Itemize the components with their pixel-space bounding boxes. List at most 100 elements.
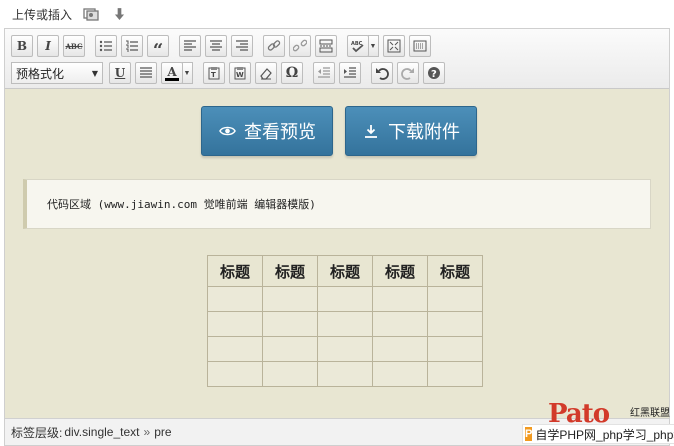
align-right-button[interactable] — [231, 35, 253, 57]
paste-word-button[interactable]: W — [229, 62, 251, 84]
toolbar-row-1: B I ABC “ ABC ▼ — [11, 34, 435, 61]
align-left-button[interactable] — [179, 35, 201, 57]
editor-toolbar: B I ABC “ ABC ▼ 预格式化 ▼ U A ▼ T W Ω ? — [5, 29, 669, 89]
spellcheck-icon: ABC — [351, 41, 364, 53]
table-cell[interactable] — [427, 286, 483, 312]
insert-link-button[interactable] — [263, 35, 285, 57]
more-tag-button[interactable] — [315, 35, 337, 57]
watermark-site: 红黑联盟 — [630, 408, 670, 419]
table-cell[interactable] — [317, 311, 373, 337]
table-row — [207, 286, 483, 312]
preview-button[interactable]: 查看预览 — [201, 106, 333, 156]
watermark-link-text: 自学PHP网_php学习_php教 — [535, 427, 674, 442]
unlink-icon — [293, 39, 307, 52]
bullet-list-button[interactable] — [95, 35, 117, 57]
table-cell[interactable] — [427, 361, 483, 387]
help-button[interactable]: ? — [423, 62, 445, 84]
outdent-icon — [318, 67, 330, 78]
download-arrow-icon[interactable] — [110, 6, 128, 22]
table-cell[interactable] — [372, 286, 428, 312]
table-cell[interactable] — [317, 286, 373, 312]
table-header-row: 标题 标题 标题 标题 标题 — [207, 255, 483, 287]
table-cell[interactable] — [317, 361, 373, 387]
align-right-icon — [236, 40, 248, 51]
status-path-pre[interactable]: pre — [154, 425, 171, 439]
php-logo-icon: P — [525, 427, 533, 441]
fullscreen-icon — [387, 39, 401, 53]
italic-button[interactable]: I — [37, 35, 59, 57]
text-color-button[interactable]: A — [161, 62, 183, 84]
table-cell[interactable] — [262, 311, 318, 337]
text-color-label: A — [167, 64, 177, 79]
align-center-button[interactable] — [205, 35, 227, 57]
spellcheck-button[interactable]: ABC — [347, 35, 369, 57]
download-icon — [362, 122, 380, 140]
align-left-icon — [184, 40, 196, 51]
table-cell[interactable] — [427, 311, 483, 337]
media-icon[interactable] — [82, 6, 100, 22]
undo-button[interactable] — [371, 62, 393, 84]
table-header-cell[interactable]: 标题 — [427, 255, 483, 287]
watermark: Pato 红黑联盟 P 自学PHP网_php学习_php教 — [522, 401, 674, 446]
table-cell[interactable] — [262, 286, 318, 312]
table-header-cell[interactable]: 标题 — [372, 255, 428, 287]
watermark-link[interactable]: P 自学PHP网_php学习_php教 — [522, 424, 674, 444]
format-select[interactable]: 预格式化 ▼ — [11, 62, 103, 84]
link-icon — [267, 40, 281, 51]
justify-button[interactable] — [135, 62, 157, 84]
text-color-dropdown[interactable]: ▼ — [182, 62, 193, 84]
content-table[interactable]: 标题 标题 标题 标题 标题 — [207, 255, 483, 387]
outdent-button[interactable] — [313, 62, 335, 84]
kitchen-sink-button[interactable] — [409, 35, 431, 57]
strikethrough-button[interactable]: ABC — [63, 35, 85, 57]
help-icon: ? — [428, 67, 440, 80]
toolbar-row-2: 预格式化 ▼ U A ▼ T W Ω ? — [11, 61, 449, 85]
table-cell[interactable] — [427, 336, 483, 362]
table-header-cell[interactable]: 标题 — [262, 255, 318, 287]
table-cell[interactable] — [372, 361, 428, 387]
table-cell[interactable] — [207, 311, 263, 337]
chevron-down-icon: ▼ — [91, 68, 98, 78]
paste-text-button[interactable]: T — [203, 62, 225, 84]
table-row — [207, 361, 483, 387]
status-path-label: 标签层级: — [11, 425, 63, 440]
unlink-button[interactable] — [289, 35, 311, 57]
table-header-cell[interactable]: 标题 — [207, 255, 263, 287]
redo-button[interactable] — [397, 62, 419, 84]
preview-button-label: 查看预览 — [244, 122, 316, 143]
paste-text-icon: T — [208, 67, 220, 80]
table-row — [207, 311, 483, 337]
fullscreen-button[interactable] — [383, 35, 405, 57]
upload-bar: 上传或插入 — [0, 0, 674, 28]
table-cell[interactable] — [372, 336, 428, 362]
paste-word-icon: W — [234, 67, 246, 80]
indent-button[interactable] — [339, 62, 361, 84]
bold-button[interactable]: B — [11, 35, 33, 57]
remove-format-button[interactable] — [255, 62, 277, 84]
numbered-list-icon — [126, 40, 138, 52]
underline-button[interactable]: U — [109, 62, 131, 84]
blockquote-button[interactable]: “ — [147, 35, 169, 61]
more-tag-icon — [319, 39, 333, 53]
table-header-cell[interactable]: 标题 — [317, 255, 373, 287]
justify-icon — [140, 67, 152, 78]
download-button[interactable]: 下载附件 — [345, 106, 477, 156]
spellcheck-dropdown[interactable]: ▼ — [368, 35, 379, 57]
table-cell[interactable] — [207, 286, 263, 312]
editor-content[interactable]: 查看预览 下载附件 代码区域 (www.jiawin.com 觉唯前端 编辑器模… — [5, 90, 669, 417]
status-path-div[interactable]: div.single_text — [64, 425, 139, 439]
table-cell[interactable] — [372, 311, 428, 337]
numbered-list-button[interactable] — [121, 35, 143, 57]
svg-text:?: ? — [431, 69, 437, 80]
table-cell[interactable] — [207, 361, 263, 387]
status-path-separator: » — [143, 425, 151, 439]
table-cell[interactable] — [317, 336, 373, 362]
code-block[interactable]: 代码区域 (www.jiawin.com 觉唯前端 编辑器模版) — [23, 179, 651, 229]
align-center-icon — [210, 40, 222, 51]
special-char-button[interactable]: Ω — [281, 62, 303, 84]
table-cell[interactable] — [262, 361, 318, 387]
eye-icon — [218, 122, 236, 140]
table-cell[interactable] — [262, 336, 318, 362]
format-select-value: 预格式化 — [16, 66, 65, 81]
table-cell[interactable] — [207, 336, 263, 362]
